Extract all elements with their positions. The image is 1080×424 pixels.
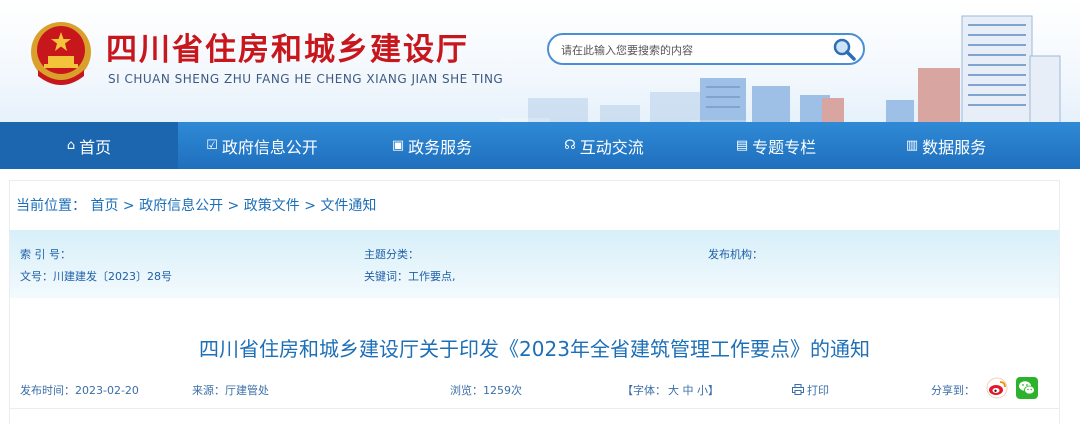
breadcrumb: 当前位置： 首页 > 政府信息公开 > 政策文件 > 文件通知 [16,195,376,215]
meta-index-no: 索 引 号： [20,248,71,261]
home-icon: ⌂ [66,138,76,153]
document-meta: 索 引 号： 主题分类： 发布机构： 文号：川建建发〔2023〕28号 关键词：… [10,230,1059,298]
meta-doc-no: 文号：川建建发〔2023〕28号 [20,270,172,283]
chart-icon: ▥ [905,138,919,153]
breadcrumb-home[interactable]: 首页 [90,198,118,214]
share-label: 分享到： [931,384,975,397]
nav-item-topics[interactable]: ▤ 专题专栏 [690,122,862,169]
article-title: 四川省住房和城乡建设厅关于印发《2023年全省建筑管理工作要点》的通知 [199,337,870,361]
main-nav: ⌂ 首页 ☑ 政府信息公开 ▣ 政务服务 ☊ 互动交流 ▤ 专题专栏 ▥ 数据服… [0,122,1080,169]
font-size-bracket: 】 [708,384,719,397]
article-source: 来源：厅建管处 [192,384,269,397]
meta-topic: 主题分类： [364,248,419,261]
search-input[interactable] [559,39,833,61]
print-button[interactable]: 打印 [792,382,829,398]
nav-item-home[interactable]: ⌂ 首页 [0,122,178,169]
nav-item-label: 互动交流 [579,137,644,157]
breadcrumb-separator: > [227,198,240,214]
chat-icon: ☊ [564,138,576,153]
site-title: 四川省住房和城乡建设厅 [106,32,469,68]
font-size-control: 【字体：大 中 小】 [622,382,719,398]
breadcrumb-policy-docs[interactable]: 政策文件 [244,198,300,214]
nav-item-interaction[interactable]: ☊ 互动交流 [518,122,690,169]
meta-publisher: 发布机构： [708,248,763,261]
national-emblem-icon [31,22,91,85]
edit-icon: ☑ [206,138,218,153]
breadcrumb-notices[interactable]: 文件通知 [320,198,376,214]
image-icon: ▤ [735,138,749,153]
article-panel: 当前位置： 首页 > 政府信息公开 > 政策文件 > 文件通知 索 引 号： 主… [9,180,1060,424]
breadcrumb-prefix: 当前位置： [16,198,86,214]
breadcrumb-separator: > [122,198,135,214]
nav-item-label: 专题专栏 [752,137,817,157]
weibo-icon[interactable] [986,377,1008,399]
font-small-button[interactable]: 小 [697,384,708,397]
breadcrumb-separator: > [304,198,316,214]
meta-keywords: 关键词：工作要点, [364,270,456,283]
nav-item-label: 政务服务 [408,137,473,157]
nav-item-gov-service[interactable]: ▣ 政务服务 [346,122,518,169]
nav-item-label: 首页 [79,137,112,157]
view-count: 浏览：1259次 [450,384,522,397]
search-icon[interactable] [831,36,857,62]
nav-item-gov-info[interactable]: ☑ 政府信息公开 [178,122,346,169]
site-subtitle: SI CHUAN SHENG ZHU FANG HE CHENG XIANG J… [108,72,504,86]
publish-time: 发布时间：2023-02-20 [20,384,139,397]
printer-icon [792,384,804,395]
site-header: 四川省住房和城乡建设厅 SI CHUAN SHENG ZHU FANG HE C… [0,0,1080,122]
nav-item-label: 数据服务 [922,137,987,157]
font-medium-button[interactable]: 中 [683,384,694,397]
print-label: 打印 [807,384,829,397]
monitor-icon: ▣ [391,138,405,153]
breadcrumb-gov-info[interactable]: 政府信息公开 [139,198,223,214]
font-size-label: 【字体： [622,384,666,397]
search-box [547,33,865,65]
nav-item-data[interactable]: ▥ 数据服务 [862,122,1030,169]
nav-item-label: 政府信息公开 [221,137,318,157]
wechat-icon[interactable] [1016,377,1038,399]
divider [10,408,1059,409]
font-large-button[interactable]: 大 [668,384,679,397]
